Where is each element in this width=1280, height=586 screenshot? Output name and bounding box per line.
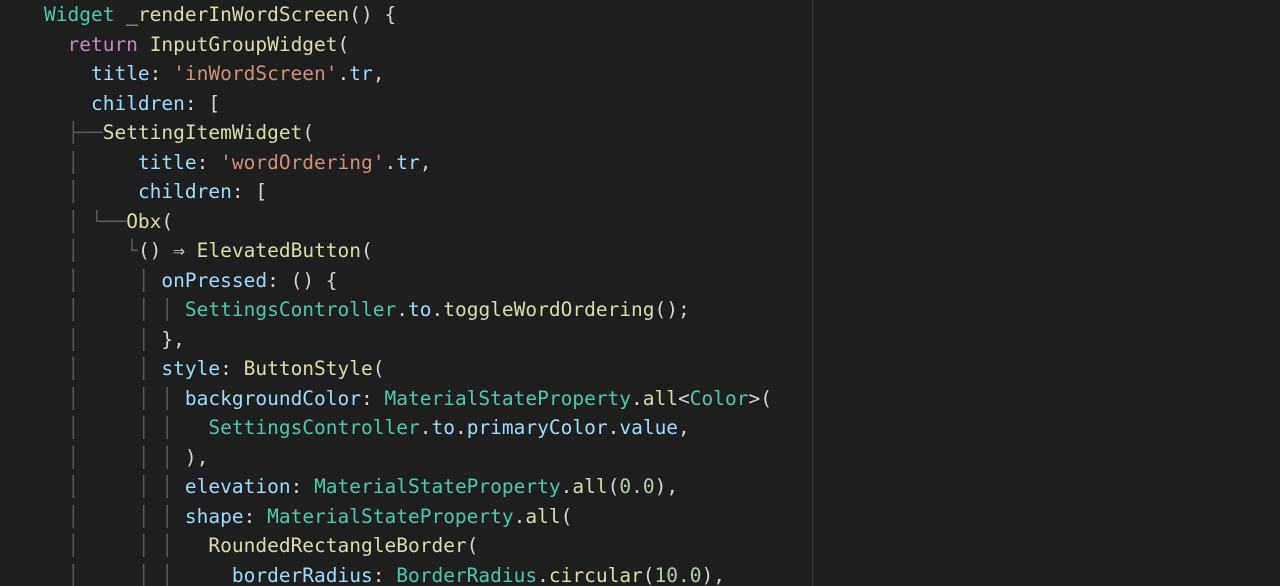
param-elevation: elevation	[185, 475, 291, 498]
function-name: _renderInWordScreen	[126, 3, 349, 26]
string-wordordering: 'wordOrdering'	[220, 151, 384, 174]
call-roundedrect: RoundedRectangleBorder	[208, 534, 466, 557]
param-onpressed: onPressed	[161, 269, 267, 292]
num-ten: 10.0	[655, 564, 702, 586]
string-inwordscreen: 'inWordScreen'	[173, 62, 337, 85]
param-shape: shape	[185, 505, 244, 528]
num-zero: 0.0	[619, 475, 654, 498]
call-elevatedbutton: ElevatedButton	[197, 239, 361, 262]
code-editor-pane[interactable]: Widget _renderInWordScreen() { return In…	[0, 0, 812, 586]
param-borderradius: borderRadius	[232, 564, 373, 586]
secondary-pane[interactable]	[813, 0, 1280, 586]
code-block[interactable]: Widget _renderInWordScreen() { return In…	[44, 0, 812, 586]
param-bgcolor: backgroundColor	[185, 387, 361, 410]
prop-primarycolor: primaryColor	[467, 416, 608, 439]
keyword-return: return	[67, 33, 137, 56]
call-settingitem: SettingItemWidget	[103, 121, 303, 144]
class-settingscontroller: SettingsController	[185, 298, 396, 321]
tree-guide: ├──	[67, 121, 102, 144]
param-children: children	[91, 92, 185, 115]
param-title: title	[91, 62, 150, 85]
call-buttonstyle: ButtonStyle	[244, 357, 373, 380]
call-inputgroup: InputGroupWidget	[150, 33, 338, 56]
call-obx: Obx	[126, 210, 161, 233]
call-toggle: toggleWordOrdering	[443, 298, 654, 321]
param-style: style	[161, 357, 220, 380]
return-type: Widget	[44, 3, 114, 26]
